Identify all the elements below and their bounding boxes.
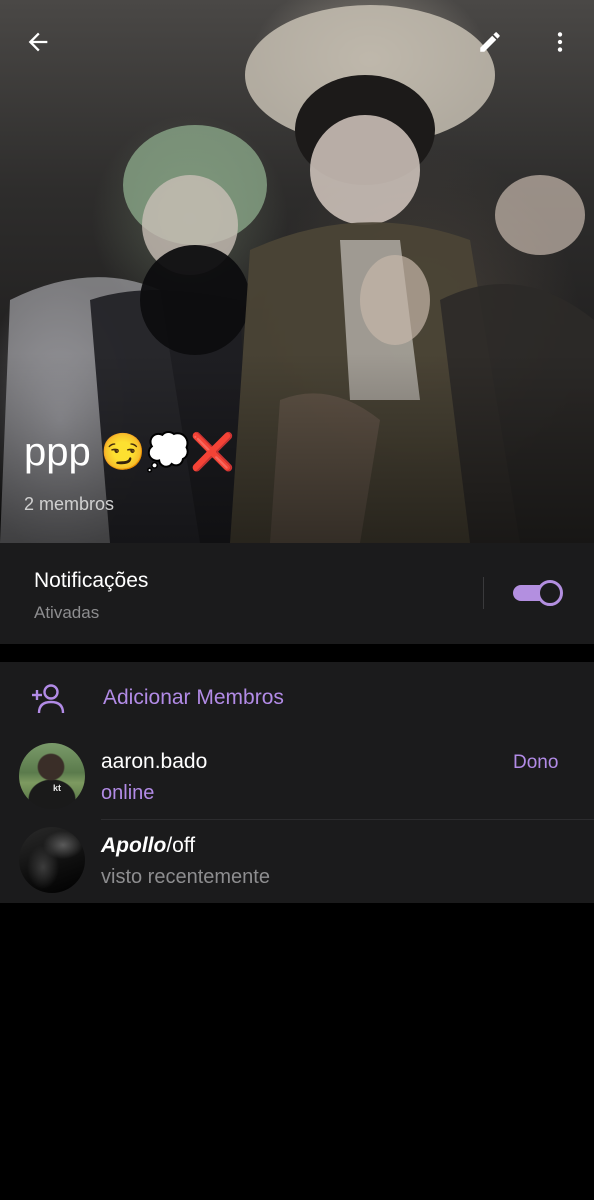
member-name-rest: /off (166, 834, 196, 857)
add-person-icon (32, 684, 65, 714)
member-row[interactable]: kt aaron.bado online Dono (0, 740, 594, 824)
member-row[interactable]: Apollo/off visto recentemente (0, 824, 594, 908)
more-options-button[interactable] (540, 22, 580, 62)
arrow-left-icon (28, 32, 48, 52)
edit-button[interactable] (470, 22, 510, 62)
avatar: kt (19, 743, 85, 809)
toggle-knob (537, 580, 563, 606)
add-members-button[interactable]: Adicionar Membros (0, 662, 594, 736)
member-count: 2 membros (24, 494, 115, 514)
avatar (19, 827, 85, 893)
member-status: online (101, 782, 155, 804)
notifications-row[interactable]: Notificações Ativadas (0, 543, 594, 644)
group-header-photo: ppp 😏💭❌ 2 membros (0, 0, 594, 543)
notifications-status: Ativadas (34, 603, 100, 622)
member-divider (101, 819, 594, 820)
group-name: ppp (24, 430, 91, 474)
empty-background (0, 903, 594, 1200)
member-name-bold: Apollo (101, 834, 167, 857)
avatar-shirt-text: kt (53, 783, 62, 793)
group-emojis: 😏💭❌ (100, 431, 236, 472)
more-vertical-icon (557, 32, 563, 52)
member-status: visto recentemente (101, 866, 270, 888)
back-button[interactable] (18, 22, 58, 62)
members-panel: Adicionar Membros kt aaron.bado online D… (0, 662, 594, 903)
member-role-badge: Dono (513, 752, 559, 773)
member-name: aaron.bado (101, 750, 208, 773)
add-members-label: Adicionar Membros (103, 686, 284, 709)
notifications-divider (483, 577, 484, 609)
notifications-title: Notificações (34, 569, 149, 592)
member-name: Apollo/off (101, 834, 195, 858)
notifications-toggle[interactable] (513, 580, 563, 606)
group-title: ppp 😏💭❌ (24, 428, 235, 476)
pencil-icon (480, 32, 500, 52)
